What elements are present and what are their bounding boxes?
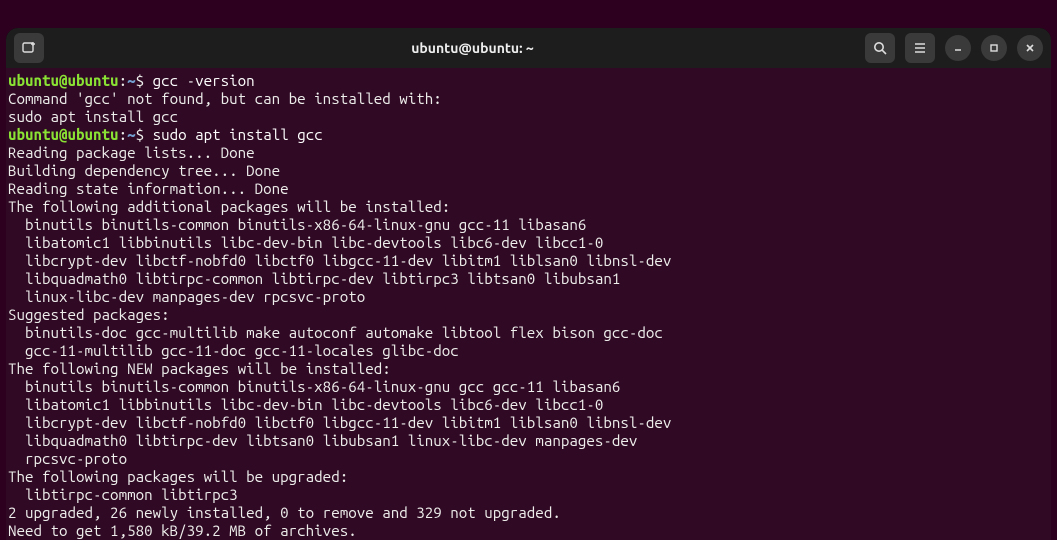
output-line: The following NEW packages will be insta… <box>8 360 391 377</box>
output-line: binutils-doc gcc-multilib make autoconf … <box>8 324 663 341</box>
prompt-user: ubuntu@ubuntu <box>8 126 119 143</box>
output-line: linux-libc-dev manpages-dev rpcsvc-proto <box>8 288 365 305</box>
prompt-symbol: $ <box>136 126 153 143</box>
hamburger-icon <box>912 40 928 56</box>
command-1: gcc -version <box>153 72 255 89</box>
prompt-colon: : <box>119 72 128 89</box>
prompt-symbol: $ <box>136 72 153 89</box>
close-icon <box>1024 42 1036 54</box>
output-line: libquadmath0 libtirpc-dev libtsan0 libub… <box>8 432 637 449</box>
prompt-colon: : <box>119 126 128 143</box>
close-button[interactable] <box>1017 35 1043 61</box>
minimize-icon <box>952 42 964 54</box>
output-line: binutils binutils-common binutils-x86-64… <box>8 378 620 395</box>
minimize-button[interactable] <box>945 35 971 61</box>
output-line: Building dependency tree... Done <box>8 162 280 179</box>
search-icon <box>872 40 888 56</box>
new-tab-button[interactable] <box>14 33 44 63</box>
prompt-user: ubuntu@ubuntu <box>8 72 119 89</box>
window-title: ubuntu@ubuntu: ~ <box>86 40 859 56</box>
output-line: libquadmath0 libtirpc-common libtirpc-de… <box>8 270 620 287</box>
menu-button[interactable] <box>905 33 935 63</box>
output-line: gcc-11-multilib gcc-11-doc gcc-11-locale… <box>8 342 459 359</box>
prompt-path: ~ <box>127 126 136 143</box>
output-line: binutils binutils-common binutils-x86-64… <box>8 216 586 233</box>
new-tab-icon <box>21 40 37 56</box>
output-line: Suggested packages: <box>8 306 170 323</box>
command-2: sudo apt install gcc <box>153 126 323 143</box>
output-line: The following packages will be upgraded: <box>8 468 348 485</box>
terminal-output[interactable]: ubuntu@ubuntu:~$ gcc -version Command 'g… <box>6 68 1051 540</box>
output-line: Command 'gcc' not found, but can be inst… <box>8 90 442 107</box>
terminal-window: ubuntu@ubuntu: ~ <box>6 28 1051 540</box>
output-line: rpcsvc-proto <box>8 450 127 467</box>
output-line: sudo apt install gcc <box>8 108 178 125</box>
maximize-icon <box>988 42 1000 54</box>
output-line: Reading state information... Done <box>8 180 289 197</box>
titlebar: ubuntu@ubuntu: ~ <box>6 28 1051 68</box>
output-line: libatomic1 libbinutils libc-dev-bin libc… <box>8 396 603 413</box>
output-line: libcrypt-dev libctf-nobfd0 libctf0 libgc… <box>8 414 671 431</box>
search-button[interactable] <box>865 33 895 63</box>
output-line: 2 upgraded, 26 newly installed, 0 to rem… <box>8 504 561 521</box>
prompt-path: ~ <box>127 72 136 89</box>
output-line: The following additional packages will b… <box>8 198 450 215</box>
output-line: Need to get 1,580 kB/39.2 MB of archives… <box>8 522 357 539</box>
output-line: Reading package lists... Done <box>8 144 255 161</box>
output-line: libatomic1 libbinutils libc-dev-bin libc… <box>8 234 603 251</box>
output-line: libtirpc-common libtirpc3 <box>8 486 238 503</box>
maximize-button[interactable] <box>981 35 1007 61</box>
output-line: libcrypt-dev libctf-nobfd0 libctf0 libgc… <box>8 252 671 269</box>
